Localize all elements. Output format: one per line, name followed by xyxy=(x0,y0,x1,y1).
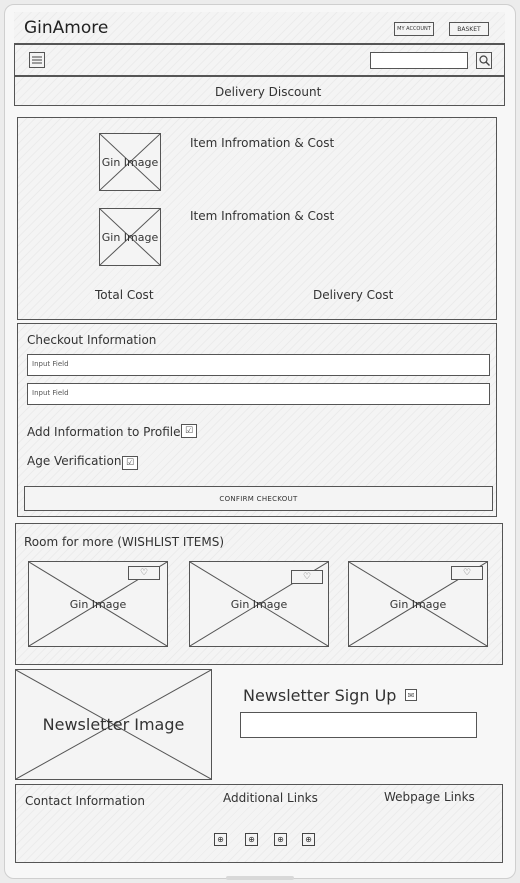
social-icon-4[interactable]: ⊕ xyxy=(302,833,315,846)
my-account-label: MY ACCOUNT xyxy=(397,26,431,32)
search-input[interactable] xyxy=(370,52,468,69)
newsletter-email-input[interactable] xyxy=(240,712,477,738)
checkout-panel: Checkout Information Input Field Input F… xyxy=(17,323,497,517)
heart-icon: ♡ xyxy=(462,568,472,578)
device-home-bar xyxy=(226,876,294,880)
wishlist-item-image[interactable]: Gin Image ♡ xyxy=(189,561,329,647)
add-to-profile-checkbox[interactable]: ☑ xyxy=(181,424,197,438)
newsletter-image-label: Newsletter Image xyxy=(42,715,185,734)
heart-icon: ♡ xyxy=(302,572,312,582)
newsletter-image: Newsletter Image xyxy=(15,669,212,780)
checked-box-icon: ☑ xyxy=(184,426,194,436)
heart-icon: ♡ xyxy=(139,568,149,578)
wishlist-item-image-label: Gin Image xyxy=(69,597,127,611)
menu-button[interactable] xyxy=(29,52,45,68)
basket-item-image-label: Gin Image xyxy=(101,155,159,169)
basket-item-info: Item Infromation & Cost xyxy=(190,136,335,150)
newsletter-title: Newsletter Sign Up xyxy=(243,686,397,705)
nav-bar xyxy=(14,44,505,76)
total-cost-label: Total Cost xyxy=(95,288,154,302)
wishlist-item-image-label: Gin Image xyxy=(389,597,447,611)
checkout-input-placeholder: Input Field xyxy=(32,389,69,397)
wishlist-item-image-label: Gin Image xyxy=(230,597,288,611)
age-verification-checkbox[interactable]: ☑ xyxy=(122,456,138,470)
basket-item-image[interactable]: Gin Image xyxy=(99,208,161,266)
magnifier-icon xyxy=(478,55,490,66)
basket-panel: Gin Image Item Infromation & Cost Gin Im… xyxy=(17,117,497,320)
delivery-discount-banner: Delivery Discount xyxy=(14,76,505,106)
webpage-links[interactable]: Webpage Links xyxy=(384,790,475,804)
basket-item-image-label: Gin Image xyxy=(101,230,159,244)
contact-information-link[interactable]: Contact Information xyxy=(25,794,145,808)
social-icon-1[interactable]: ⊕ xyxy=(214,833,227,846)
basket-item-info: Item Infromation & Cost xyxy=(190,209,335,223)
newsletter-icon-box: ✉ xyxy=(405,689,417,701)
basket-label: BASKET xyxy=(457,25,481,33)
wishlist-item-image[interactable]: Gin Image ♡ xyxy=(348,561,488,647)
age-verification-label: Age Verification xyxy=(27,454,122,468)
brand-logo[interactable]: GinAmore xyxy=(24,18,108,38)
basket-item-image[interactable]: Gin Image xyxy=(99,133,161,191)
add-to-profile-label: Add Information to Profile xyxy=(27,425,181,439)
search-button[interactable] xyxy=(476,52,492,69)
delivery-discount-text: Delivery Discount xyxy=(215,85,322,99)
checked-box-icon: ☑ xyxy=(125,458,135,468)
wishlist-heart-button[interactable]: ♡ xyxy=(291,570,323,584)
wishlist-title: Room for more (WISHLIST ITEMS) xyxy=(24,535,225,549)
checkout-input-placeholder: Input Field xyxy=(32,360,69,368)
social-icon-2[interactable]: ⊕ xyxy=(245,833,258,846)
confirm-checkout-button[interactable]: CONFIRM CHECKOUT xyxy=(24,486,493,511)
wishlist-item-image[interactable]: Gin Image ♡ xyxy=(28,561,168,647)
checkout-input-field[interactable]: Input Field xyxy=(27,354,490,376)
wishlist-heart-button[interactable]: ♡ xyxy=(451,566,483,580)
checkout-title: Checkout Information xyxy=(27,333,157,347)
additional-links[interactable]: Additional Links xyxy=(223,791,318,805)
envelope-icon: ✉ xyxy=(407,690,415,700)
basket-button[interactable]: BASKET xyxy=(449,22,489,36)
checkout-input-field[interactable]: Input Field xyxy=(27,383,490,405)
delivery-cost-label: Delivery Cost xyxy=(313,288,394,302)
footer: Contact Information Additional Links Web… xyxy=(15,784,503,863)
wishlist-panel: Room for more (WISHLIST ITEMS) Gin Image… xyxy=(15,523,503,665)
header-bar: GinAmore MY ACCOUNT BASKET xyxy=(14,12,505,44)
hamburger-menu-icon xyxy=(32,56,42,64)
my-account-button[interactable]: MY ACCOUNT xyxy=(394,22,434,36)
social-icon-3[interactable]: ⊕ xyxy=(274,833,287,846)
wishlist-heart-button[interactable]: ♡ xyxy=(128,566,160,580)
confirm-checkout-label: CONFIRM CHECKOUT xyxy=(219,494,298,503)
